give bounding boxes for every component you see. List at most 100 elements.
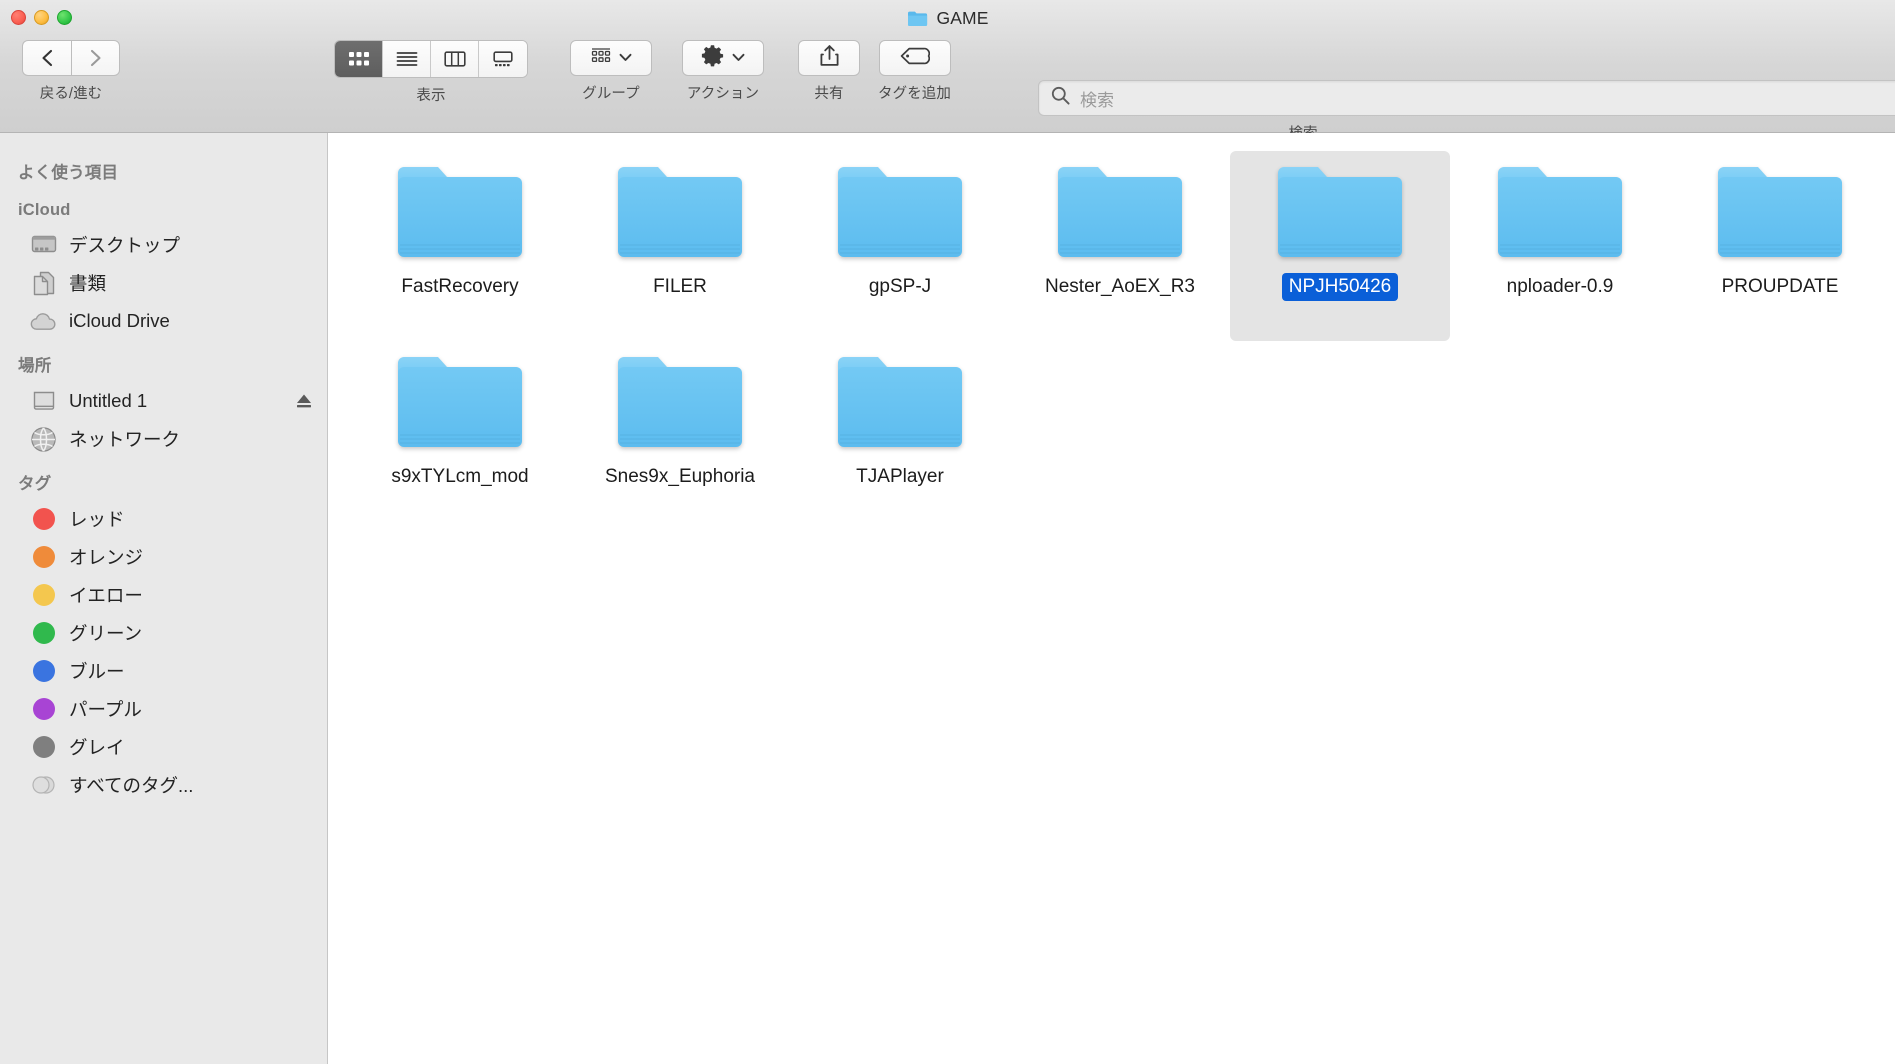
icon-view-button[interactable] bbox=[335, 41, 383, 77]
sidebar-item-tag-green[interactable]: グリーン bbox=[0, 614, 327, 652]
tag-dot-icon bbox=[30, 620, 57, 647]
view-mode-segmented-control[interactable] bbox=[334, 40, 528, 78]
sidebar-item-label: ブルー bbox=[69, 661, 125, 682]
folder-icon bbox=[1716, 159, 1844, 263]
back-button[interactable] bbox=[22, 40, 71, 76]
sidebar-item-tag-purple[interactable]: パープル bbox=[0, 690, 327, 728]
desktop-icon bbox=[30, 232, 57, 259]
folder-icon bbox=[836, 159, 964, 263]
folder-icon bbox=[1056, 159, 1184, 263]
action-label: アクション bbox=[686, 86, 760, 102]
tag-dot-icon bbox=[30, 506, 57, 533]
file-item[interactable]: TJAPlayer bbox=[790, 341, 1010, 531]
grid-small-icon bbox=[591, 48, 611, 68]
group-label: グループ bbox=[582, 86, 640, 102]
sidebar-item-desktop[interactable]: デスクトップ bbox=[0, 226, 327, 264]
file-item[interactable]: gpSP-J bbox=[790, 151, 1010, 341]
sidebar-header-places: 場所 bbox=[18, 357, 52, 375]
action-button[interactable] bbox=[682, 40, 764, 76]
file-item[interactable]: nploader-0.9 bbox=[1450, 151, 1670, 341]
finder-window: GAME 戻る/進む 表示 グループ アクション 共有 タグを追加 検索 よく使… bbox=[0, 0, 1895, 1064]
network-globe-icon bbox=[30, 426, 57, 453]
forward-button[interactable] bbox=[71, 40, 120, 76]
list-view-button[interactable] bbox=[383, 41, 431, 77]
sidebar-header-icloud: iCloud bbox=[18, 201, 71, 219]
sidebar-item-network[interactable]: ネットワーク bbox=[0, 420, 327, 458]
share-button[interactable] bbox=[798, 40, 860, 76]
sidebar-header-tags: タグ bbox=[18, 475, 52, 493]
sidebar-item-icloud-drive[interactable]: iCloud Drive bbox=[0, 302, 327, 340]
file-item[interactable]: FastRecovery bbox=[350, 151, 570, 341]
window-chrome: GAME 戻る/進む 表示 グループ アクション 共有 タグを追加 検索 bbox=[0, 0, 1895, 142]
eject-icon[interactable] bbox=[295, 392, 313, 410]
file-name: Snes9x_Euphoria bbox=[605, 466, 755, 487]
sidebar-item-label: ネットワーク bbox=[69, 429, 181, 450]
sidebar-item-label: グレイ bbox=[69, 737, 125, 758]
sidebar-item-all-tags[interactable]: すべてのタグ... bbox=[0, 766, 327, 804]
folder-icon bbox=[836, 349, 964, 453]
sidebar-item-tag-yellow[interactable]: イエロー bbox=[0, 576, 327, 614]
file-name: NPJH50426 bbox=[1281, 273, 1399, 301]
tag-dot-icon bbox=[30, 658, 57, 685]
nav-label: 戻る/進む bbox=[39, 86, 103, 102]
folder-icon bbox=[616, 159, 744, 263]
sidebar-item-label: iCloud Drive bbox=[69, 310, 170, 331]
file-item[interactable]: PROUPDATE bbox=[1670, 151, 1890, 341]
chevron-down-icon bbox=[619, 49, 632, 67]
column-view-button[interactable] bbox=[431, 41, 479, 77]
sidebar-item-label: グリーン bbox=[69, 623, 143, 644]
add-tag-button[interactable] bbox=[878, 40, 951, 76]
toolbar: 戻る/進む 表示 グループ アクション 共有 タグを追加 検索 bbox=[0, 40, 1895, 142]
window-title: GAME bbox=[936, 7, 989, 28]
search-field[interactable]: 検索 bbox=[1038, 80, 1895, 116]
file-name: FastRecovery bbox=[401, 276, 519, 297]
file-grid-area[interactable]: FastRecovery FILER gpSP-J Nester_AoEX_R3… bbox=[328, 133, 1895, 1064]
sidebar-item-untitled-1[interactable]: Untitled 1 bbox=[0, 382, 327, 420]
file-item[interactable]: Nester_AoEX_R3 bbox=[1010, 151, 1230, 341]
sidebar-item-label: Untitled 1 bbox=[69, 390, 148, 411]
share-icon bbox=[819, 44, 840, 73]
folder-icon bbox=[616, 349, 744, 453]
search-placeholder: 検索 bbox=[1080, 90, 1114, 110]
gallery-view-button[interactable] bbox=[479, 41, 527, 77]
gear-icon bbox=[701, 44, 724, 72]
file-name: nploader-0.9 bbox=[1506, 276, 1614, 297]
group-button[interactable] bbox=[570, 40, 652, 76]
sidebar: よく使う項目 iCloud デスクトップ 書類 iCloud Drive 場所 … bbox=[0, 133, 328, 1064]
sidebar-item-tag-gray[interactable]: グレイ bbox=[0, 728, 327, 766]
external-drive-icon bbox=[30, 388, 57, 415]
sidebar-item-label: イエロー bbox=[69, 585, 143, 606]
share-label: 共有 bbox=[814, 86, 844, 102]
sidebar-item-tag-red[interactable]: レッド bbox=[0, 500, 327, 538]
folder-icon bbox=[396, 349, 524, 453]
sidebar-item-label: レッド bbox=[69, 509, 125, 530]
file-name: gpSP-J bbox=[868, 276, 932, 297]
sidebar-item-label: パープル bbox=[69, 699, 142, 720]
sidebar-item-label: デスクトップ bbox=[69, 235, 181, 256]
share-group: 共有 bbox=[798, 40, 860, 103]
file-item-selected[interactable]: NPJH50426 bbox=[1230, 151, 1450, 341]
sidebar-item-tag-blue[interactable]: ブルー bbox=[0, 652, 327, 690]
folder-icon bbox=[907, 10, 928, 27]
chevron-down-icon bbox=[732, 49, 745, 67]
documents-icon bbox=[30, 270, 57, 297]
file-item[interactable]: s9xTYLcm_mod bbox=[350, 341, 570, 531]
tag-dot-icon bbox=[30, 544, 57, 571]
tag-dot-icon bbox=[30, 582, 57, 609]
sidebar-item-documents[interactable]: 書類 bbox=[0, 264, 327, 302]
file-item[interactable]: FILER bbox=[570, 151, 790, 341]
tag-dot-icon bbox=[30, 696, 57, 723]
tag-group: タグを追加 bbox=[878, 40, 951, 103]
tag-dot-icon bbox=[30, 734, 57, 761]
cloud-icon bbox=[30, 308, 57, 335]
sidebar-item-label: 書類 bbox=[69, 273, 107, 294]
sidebar-item-label: すべてのタグ... bbox=[69, 775, 194, 796]
sidebar-item-label: オレンジ bbox=[69, 547, 144, 568]
tag-label: タグを追加 bbox=[878, 86, 951, 102]
folder-icon bbox=[1276, 159, 1404, 263]
window-body: よく使う項目 iCloud デスクトップ 書類 iCloud Drive 場所 … bbox=[0, 133, 1895, 1064]
sidebar-item-tag-orange[interactable]: オレンジ bbox=[0, 538, 327, 576]
file-item[interactable]: Snes9x_Euphoria bbox=[570, 341, 790, 531]
window-title-area: GAME bbox=[0, 5, 1895, 31]
file-name: FILER bbox=[653, 276, 707, 297]
